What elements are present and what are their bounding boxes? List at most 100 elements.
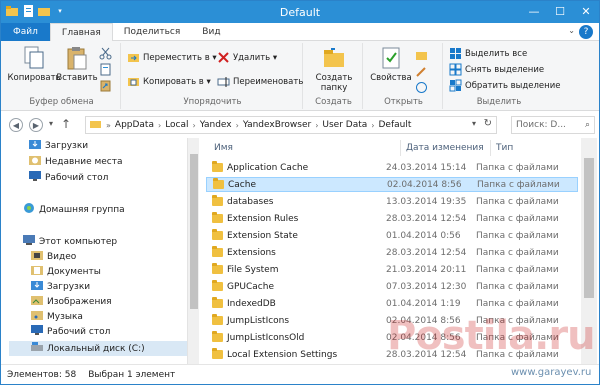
invert-selection-button[interactable]: Обратить выделение	[449, 79, 560, 92]
chevron-down-icon[interactable]: ▾	[472, 119, 476, 128]
nav-item-desktop[interactable]: Рабочий стол	[29, 170, 108, 185]
address-bar-row: ◀ ▶ ▾ ↑ » AppData › Local › Yandex › Yandex…	[1, 113, 599, 137]
edit-button[interactable]	[415, 65, 428, 78]
column-header-date[interactable]: Дата изменения	[406, 138, 484, 158]
nav-item-this-pc[interactable]: Этот компьютер	[23, 234, 117, 249]
up-button[interactable]: ↑	[61, 117, 71, 131]
nav-item-music[interactable]: Музыка	[31, 309, 83, 324]
desktop-icon	[31, 325, 43, 338]
maximize-button[interactable]: ☐	[547, 1, 573, 21]
paste-button[interactable]: Вставить	[56, 45, 98, 83]
scrollbar-thumb[interactable]	[190, 154, 198, 309]
status-bar: Элементов: 58 Выбран 1 элемент	[1, 364, 599, 384]
properties-button[interactable]: Свойства	[369, 45, 413, 83]
file-name: IndexedDB	[227, 298, 276, 309]
tab-home[interactable]: Главная	[49, 23, 113, 42]
nav-item-recent[interactable]: Недавние места	[29, 154, 123, 169]
selection-count: Выбран 1 элемент	[88, 369, 176, 380]
table-row[interactable]: databases 13.03.2014 19:35 Папка с файлами	[206, 194, 578, 209]
cut-button[interactable]	[99, 47, 112, 60]
back-button[interactable]: ◀	[9, 118, 23, 132]
search-icon: ⌕	[584, 120, 590, 130]
chevron-right-icon[interactable]: »	[105, 121, 112, 130]
table-row[interactable]: Application Cache 24.03.2014 15:14 Папка с…	[206, 160, 578, 175]
nav-item-downloads-pc[interactable]: Загрузки	[31, 279, 90, 294]
music-icon	[31, 310, 43, 323]
select-none-button[interactable]: Снять выделение	[449, 63, 544, 76]
copy-button[interactable]: Копировать	[7, 45, 61, 83]
nav-item-local-disk[interactable]: Локальный диск (C:)	[9, 341, 187, 356]
table-row[interactable]: Extensions 28.03.2014 12:54 Папка с файлам…	[206, 245, 578, 260]
breadcrumb-yandex[interactable]: Yandex	[197, 120, 235, 130]
breadcrumb-default[interactable]: Default	[375, 120, 414, 130]
nav-label: Недавние места	[45, 156, 123, 167]
nav-label: Локальный диск (C:)	[47, 343, 145, 354]
close-button[interactable]: ✕	[573, 1, 599, 21]
select-all-icon	[450, 48, 461, 59]
arrow-left-icon: ◀	[12, 120, 20, 130]
item-count: Элементов: 58	[7, 369, 77, 380]
nav-item-desktop-pc[interactable]: Рабочий стол	[31, 324, 110, 339]
nav-item-documents[interactable]: Документы	[31, 264, 101, 279]
table-row[interactable]: IndexedDB 01.04.2014 1:19 Папка с файлами	[206, 296, 578, 311]
delete-button[interactable]: Удалить ▾	[217, 51, 277, 64]
table-row[interactable]: Extension Rules 28.03.2014 12:54 Папка с ф…	[206, 211, 578, 226]
history-button[interactable]	[415, 81, 428, 94]
file-name: Local Extension Settings	[227, 349, 338, 360]
move-to-icon	[128, 54, 139, 62]
table-row[interactable]: File System 21.03.2014 20:11 Папка с файла…	[206, 262, 578, 277]
table-row[interactable]: GPUCache 07.03.2014 12:30 Папка с файлами	[206, 279, 578, 294]
tab-file[interactable]: Файл	[1, 23, 50, 41]
recent-locations-button[interactable]: ▾	[49, 119, 53, 128]
file-type: Папка с файлами	[476, 162, 559, 173]
copy-icon	[24, 46, 44, 69]
file-name: Extensions	[227, 247, 276, 258]
folder-icon	[212, 297, 223, 308]
breadcrumb-user-data[interactable]: User Data	[319, 120, 370, 130]
minimize-button[interactable]: —	[521, 1, 547, 21]
tab-view[interactable]: Вид	[191, 23, 231, 41]
chevron-down-icon[interactable]: ⌄	[568, 26, 575, 35]
paste-icon	[67, 47, 87, 70]
refresh-icon[interactable]: ↻	[484, 118, 492, 129]
folder-icon	[212, 280, 223, 291]
rename-button[interactable]: Переименовать	[217, 75, 303, 88]
explorer-window: ▾ Default — ☐ ✕ Файл Главная Поделиться …	[0, 0, 600, 385]
help-icon[interactable]: ?	[579, 25, 593, 39]
file-name-cell: Extensions	[206, 246, 386, 258]
nav-label: Видео	[47, 251, 77, 262]
nav-item-downloads[interactable]: Загрузки	[29, 138, 88, 153]
breadcrumb-yandexbrowser[interactable]: YandexBrowser	[240, 120, 314, 130]
column-header-type[interactable]: Тип	[496, 138, 513, 158]
forward-button[interactable]: ▶	[29, 118, 43, 132]
new-folder-button[interactable]: Создать папку	[307, 45, 361, 93]
homegroup-icon	[23, 202, 35, 217]
column-divider[interactable]	[490, 140, 491, 156]
tab-share[interactable]: Поделиться	[113, 23, 192, 41]
table-row[interactable]: Cache 02.04.2014 8:56 Папка с файлами	[206, 177, 578, 192]
nav-item-video[interactable]: Видео	[31, 249, 76, 264]
file-name: Cache	[228, 179, 256, 190]
folder-icon	[212, 161, 223, 172]
copy-path-button[interactable]	[99, 63, 112, 76]
breadcrumb-local[interactable]: Local	[162, 120, 191, 130]
title-bar: ▾ Default — ☐ ✕	[1, 1, 599, 23]
open-button[interactable]	[415, 49, 428, 62]
select-all-button[interactable]: Выделить все	[449, 47, 527, 60]
search-input[interactable]: Поиск: D... ⌕	[511, 116, 595, 134]
navigation-scrollbar[interactable]	[187, 138, 199, 364]
column-divider[interactable]	[400, 140, 401, 156]
copy-to-button[interactable]: Копировать в ▾	[127, 75, 211, 88]
nav-label: Изображения	[47, 296, 112, 307]
file-type: Папка с файлами	[476, 247, 559, 258]
breadcrumb-appdata[interactable]: AppData	[112, 120, 157, 130]
scrollbar-thumb[interactable]	[584, 158, 594, 298]
move-to-button[interactable]: Переместить в ▾	[127, 51, 217, 64]
column-header-name[interactable]: Имя	[214, 138, 233, 158]
nav-item-homegroup[interactable]: Домашняя группа	[23, 202, 125, 217]
nav-item-pictures[interactable]: Изображения	[31, 294, 112, 309]
paste-shortcut-button[interactable]	[99, 79, 112, 92]
address-bar[interactable]: » AppData › Local › Yandex › YandexBrowser ›…	[85, 116, 497, 134]
copy-path-icon	[100, 63, 111, 76]
table-row[interactable]: Extension State 01.04.2014 0:56 Папка с фа…	[206, 228, 578, 243]
